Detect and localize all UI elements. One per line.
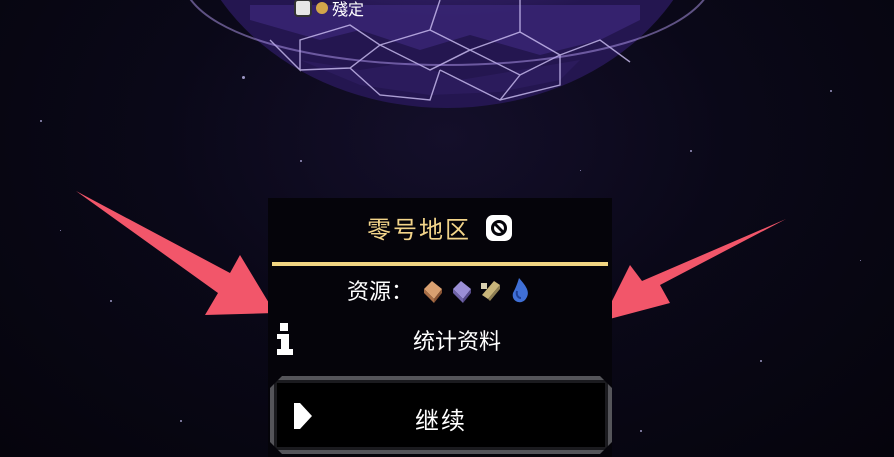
game-scene: 殘定 零号地区 资源： 统计资料 继续 [0,0,894,457]
right-arrow-annotation [602,219,786,321]
lead-icon[interactable] [449,275,475,305]
sector-header: 零号地区 [268,210,612,245]
scrap-icon[interactable] [478,275,504,305]
left-arrow-annotation [76,191,275,315]
planet[interactable] [0,0,894,140]
statistics-row[interactable]: 统计资料 [268,318,612,358]
sector-icon [294,0,312,17]
statistics-label: 统计资料 [412,330,501,355]
sector-name: 零号地区 [367,216,471,244]
title-divider [272,262,608,266]
continue-label: 继续 [415,407,467,435]
resources-label: 资源： [346,280,413,305]
resources-row: 资源： [268,270,612,310]
planet-icon [316,2,328,14]
continue-button[interactable]: 继续 [270,376,612,454]
planet-label: 殘定 [294,0,364,20]
forbidden-icon [486,214,512,241]
planet-label-text: 殘定 [332,0,365,19]
copper-icon[interactable] [420,275,446,305]
water-icon[interactable] [507,275,533,305]
sector-info-panel: 零号地区 资源： 统计资料 继续 [268,198,612,457]
